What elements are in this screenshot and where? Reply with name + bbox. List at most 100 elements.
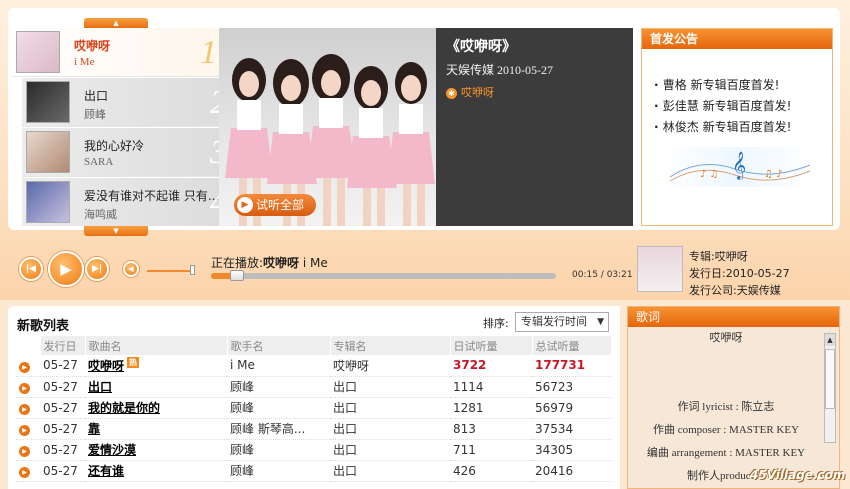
- column-header-total[interactable]: 总试听量: [532, 336, 612, 355]
- artist-cell[interactable]: 顾峰 斯琴高...: [227, 418, 330, 440]
- table-row[interactable]: ▶ 05-27 哎咿呀热 i Me 哎咿呀 3722 177731: [16, 355, 612, 377]
- play-column-header: [16, 336, 41, 355]
- table-row[interactable]: ▶ 05-27 还有谁 顾峰 出口 426 20416: [16, 460, 612, 482]
- song-name-link[interactable]: 出口: [85, 376, 227, 398]
- album-item-1[interactable]: 哎咿呀 i Me 1: [12, 28, 219, 77]
- song-name-link[interactable]: 我的就是你的: [85, 397, 227, 419]
- player-bar: |◀ ▶ ▶| ◀ 正在播放:哎咿呀 i Me 00:15 / 03:21 专辑…: [8, 238, 840, 298]
- play-all-button[interactable]: ▶ 试听全部: [234, 194, 316, 216]
- column-header-song[interactable]: 歌曲名: [85, 336, 228, 355]
- watermark: 45Village.com: [750, 468, 846, 482]
- scrollbar-thumb[interactable]: [825, 349, 835, 409]
- column-header-daily[interactable]: 日试听量: [450, 336, 533, 355]
- album-cell[interactable]: 哎咿呀: [330, 355, 450, 377]
- total-count-cell: 56979: [532, 397, 612, 419]
- daily-count-cell: 3722: [450, 355, 532, 377]
- play-button[interactable]: ▶: [48, 251, 84, 287]
- songs-table: 发行日 歌曲名 歌手名 专辑名 日试听量 总试听量 ▶ 05-27 哎咿呀热 i…: [16, 336, 612, 482]
- row-play-cell: ▶: [16, 418, 40, 440]
- feature-link-label: 哎咿呀: [461, 86, 494, 99]
- row-play-cell: ▶: [16, 376, 40, 398]
- feature-album-link[interactable]: ✱ 哎咿呀: [446, 84, 623, 100]
- artist-cell[interactable]: 顾峰: [227, 439, 330, 461]
- scroll-up-button[interactable]: ▲: [84, 18, 148, 28]
- volume-icon[interactable]: ◀: [123, 261, 139, 277]
- daily-count-cell: 813: [450, 418, 532, 440]
- album-cell[interactable]: 出口: [330, 397, 450, 419]
- artist-cell[interactable]: 顾峰: [227, 397, 330, 419]
- daily-count-cell: 711: [450, 439, 532, 461]
- play-all-label: 试听全部: [256, 198, 305, 212]
- progress-bar[interactable]: [211, 270, 556, 281]
- music-notes-banner[interactable]: 𝄞 ♪ ♫ ♫ ♪: [660, 147, 815, 187]
- lyrics-line: 作曲 composer : MASTER KEY: [652, 424, 800, 436]
- song-name-link[interactable]: 靠: [85, 418, 227, 440]
- announcement-item[interactable]: 彭佳慧 新专辑百度首发!: [654, 96, 832, 117]
- album-cell[interactable]: 出口: [330, 439, 450, 461]
- table-row[interactable]: ▶ 05-27 靠 顾峰 斯琴高... 出口 813 37534: [16, 418, 612, 440]
- artist-cell[interactable]: 顾峰: [227, 460, 330, 482]
- announcement-item[interactable]: 林俊杰 新专辑百度首发!: [654, 117, 832, 138]
- volume-handle[interactable]: [190, 265, 195, 275]
- play-icon[interactable]: ▶: [19, 404, 30, 415]
- table-header: 发行日 歌曲名 歌手名 专辑名 日试听量 总试听量: [16, 336, 612, 355]
- album-title: 出口: [84, 89, 109, 103]
- album-thumbnail: [26, 181, 70, 223]
- play-icon[interactable]: ▶: [19, 446, 30, 457]
- total-count-cell: 37534: [532, 418, 612, 440]
- previous-button[interactable]: |◀: [19, 257, 43, 281]
- album-item-2[interactable]: 出口 顾峰 2: [22, 78, 219, 127]
- album-artist: SARA: [84, 156, 114, 168]
- song-name-link[interactable]: 还有谁: [85, 460, 227, 482]
- row-play-cell: ▶: [16, 397, 40, 419]
- now-playing-artist: i Me: [302, 256, 328, 270]
- artist-cell[interactable]: 顾峰: [227, 376, 330, 398]
- album-cell[interactable]: 出口: [330, 418, 450, 440]
- progress-handle[interactable]: [229, 270, 244, 281]
- play-icon[interactable]: ▶: [19, 425, 30, 436]
- feature-album-title: 《哎咿呀》: [446, 40, 516, 55]
- song-name-link[interactable]: 哎咿呀热: [85, 355, 227, 377]
- album-cell[interactable]: 出口: [330, 460, 450, 482]
- total-count-cell: 177731: [532, 355, 612, 377]
- column-header-date[interactable]: 发行日: [40, 336, 86, 355]
- volume-slider[interactable]: [147, 270, 195, 272]
- lyrics-scrollbar[interactable]: ▲: [824, 333, 836, 443]
- column-header-album[interactable]: 专辑名: [330, 336, 451, 355]
- hot-badge: 热: [127, 356, 140, 368]
- album-rank: 3: [210, 134, 219, 172]
- play-icon[interactable]: ▶: [19, 383, 30, 394]
- announcement-panel: 首发公告 曹格 新专辑百度首发! 彭佳慧 新专辑百度首发! 林俊杰 新专辑百度首…: [641, 28, 833, 226]
- scroll-down-button[interactable]: ▼: [84, 226, 148, 236]
- album-list: 哎咿呀 i Me 1 出口 顾峰 2 我的心好冷 SARA 3 爱没有谁对不起谁…: [12, 28, 219, 226]
- release-date-line: 发行日:2010-05-27: [689, 267, 790, 280]
- table-row[interactable]: ▶ 05-27 出口 顾峰 出口 1114 56723: [16, 376, 612, 398]
- song-name-link[interactable]: 爱情沙漠: [85, 439, 227, 461]
- album-thumbnail: [16, 31, 60, 73]
- total-count-cell: 34305: [532, 439, 612, 461]
- date-cell: 05-27: [40, 418, 85, 440]
- table-row[interactable]: ▶ 05-27 我的就是你的 顾峰 出口 1281 56979: [16, 397, 612, 419]
- star-icon: ✱: [446, 88, 457, 99]
- next-button[interactable]: ▶|: [85, 257, 109, 281]
- artist-cell[interactable]: i Me: [227, 355, 330, 377]
- play-icon[interactable]: ▶: [19, 361, 30, 373]
- column-header-artist[interactable]: 歌手名: [227, 336, 331, 355]
- album-item-3[interactable]: 我的心好冷 SARA 3: [22, 128, 219, 177]
- row-play-cell: ▶: [16, 439, 40, 461]
- current-album-thumbnail[interactable]: [637, 246, 683, 292]
- table-row[interactable]: ▶ 05-27 爱情沙漠 顾峰 出口 711 34305: [16, 439, 612, 461]
- date-cell: 05-27: [40, 439, 85, 461]
- scroll-up-icon[interactable]: ▲: [825, 334, 835, 346]
- sort-select[interactable]: 专辑发行时间 ▼: [515, 312, 609, 332]
- chevron-down-icon: ▼: [597, 317, 604, 327]
- lyrics-line: 作词 lyricist : 陈立志: [677, 401, 775, 413]
- play-icon[interactable]: ▶: [19, 467, 30, 478]
- album-item-4[interactable]: 爱没有谁对不起谁 只有... 海鸣威 4: [22, 178, 219, 226]
- album-cell[interactable]: 出口: [330, 376, 450, 398]
- current-album-meta: 专辑:哎咿呀 发行日:2010-05-27 发行公司:天娱传媒: [689, 248, 790, 298]
- new-songs-title: 新歌列表: [17, 319, 70, 334]
- album-rank: 1: [200, 34, 217, 71]
- play-time: 00:15 / 03:21: [572, 270, 633, 280]
- announcement-item[interactable]: 曹格 新专辑百度首发!: [654, 75, 832, 96]
